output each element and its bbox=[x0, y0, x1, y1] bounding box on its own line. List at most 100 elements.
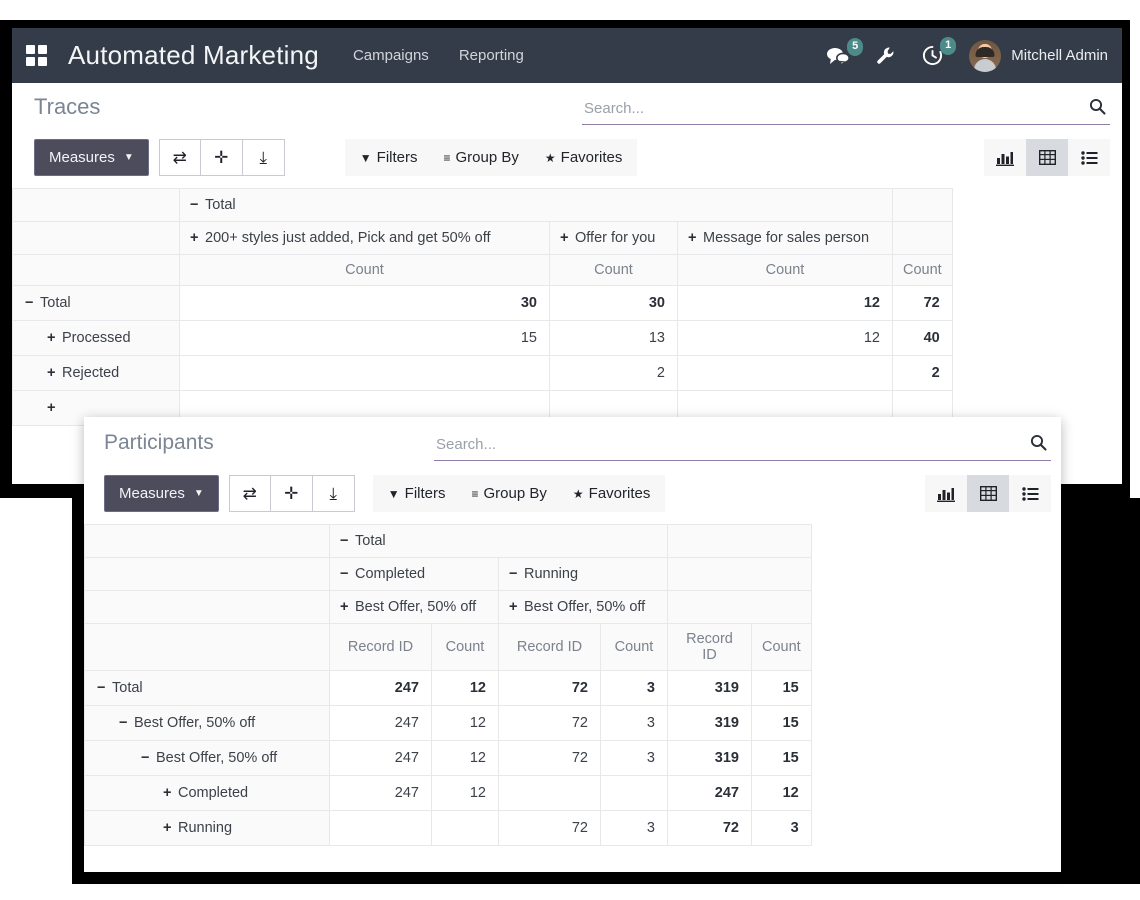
participants-col-l2-0[interactable]: +Best Offer, 50% off bbox=[330, 591, 499, 624]
participants-col-l1-0[interactable]: −Completed bbox=[330, 558, 499, 591]
dialog-graph-view-button[interactable] bbox=[925, 475, 967, 512]
participants-col-total[interactable]: −Total bbox=[330, 525, 668, 558]
dialog-favorites-menu[interactable]: ★ Favorites bbox=[560, 475, 663, 512]
traces-cell-0-2[interactable]: 12 bbox=[678, 286, 893, 321]
dialog-filters-menu[interactable]: ▼ Filters bbox=[375, 475, 459, 512]
expand-all-icon[interactable]: ✛ bbox=[201, 139, 243, 176]
participants-cell-0-0[interactable]: 247 bbox=[330, 671, 432, 706]
participants-col-l2-1[interactable]: +Best Offer, 50% off bbox=[499, 591, 668, 624]
dialog-measures-button[interactable]: Measures ▼ bbox=[104, 475, 219, 512]
participants-cell-2-2[interactable]: 72 bbox=[499, 741, 601, 776]
filters-menu[interactable]: ▼ Filters bbox=[347, 139, 431, 176]
traces-cell-1-3[interactable]: 40 bbox=[893, 321, 953, 356]
dialog-pivot-view-button[interactable] bbox=[967, 475, 1009, 512]
traces-searchbar[interactable] bbox=[582, 93, 1110, 125]
participants-row-header-3[interactable]: +Completed bbox=[85, 776, 330, 811]
nav-link-reporting[interactable]: Reporting bbox=[459, 47, 524, 64]
traces-col-group-1[interactable]: +Offer for you bbox=[550, 222, 678, 255]
participants-row-header-4[interactable]: +Running bbox=[85, 811, 330, 846]
traces-cell-2-1[interactable]: 2 bbox=[550, 356, 678, 391]
activities-menu[interactable]: 1 bbox=[922, 45, 943, 66]
traces-col-group-2[interactable]: +Message for sales person bbox=[678, 222, 893, 255]
search-icon[interactable] bbox=[1022, 434, 1047, 456]
participants-cell-3-5[interactable]: 12 bbox=[752, 776, 812, 811]
traces-measure-2[interactable]: Count bbox=[678, 255, 893, 286]
traces-cell-2-0[interactable] bbox=[180, 356, 550, 391]
participants-cell-0-4[interactable]: 319 bbox=[668, 671, 752, 706]
measures-button[interactable]: Measures ▼ bbox=[34, 139, 149, 176]
nav-link-campaigns[interactable]: Campaigns bbox=[353, 47, 429, 64]
download-xlsx-icon[interactable]: ⤓ bbox=[313, 475, 355, 512]
traces-cell-2-2[interactable] bbox=[678, 356, 893, 391]
participants-cell-1-1[interactable]: 12 bbox=[432, 706, 499, 741]
traces-cell-0-1[interactable]: 30 bbox=[550, 286, 678, 321]
participants-measure-2[interactable]: Record ID bbox=[499, 624, 601, 671]
participants-cell-3-2[interactable] bbox=[499, 776, 601, 811]
traces-cell-2-3[interactable]: 2 bbox=[893, 356, 953, 391]
user-menu-label[interactable]: Mitchell Admin bbox=[1011, 47, 1108, 64]
participants-cell-4-0[interactable] bbox=[330, 811, 432, 846]
participants-cell-0-2[interactable]: 72 bbox=[499, 671, 601, 706]
participants-cell-2-4[interactable]: 319 bbox=[668, 741, 752, 776]
participants-cell-2-5[interactable]: 15 bbox=[752, 741, 812, 776]
traces-row-header-0[interactable]: −Total bbox=[13, 286, 180, 321]
participants-cell-3-1[interactable]: 12 bbox=[432, 776, 499, 811]
participants-cell-2-3[interactable]: 3 bbox=[601, 741, 668, 776]
traces-row-header-2[interactable]: +Rejected bbox=[13, 356, 180, 391]
participants-cell-0-1[interactable]: 12 bbox=[432, 671, 499, 706]
participants-cell-1-5[interactable]: 15 bbox=[752, 706, 812, 741]
participants-cell-4-1[interactable] bbox=[432, 811, 499, 846]
participants-measure-3[interactable]: Count bbox=[601, 624, 668, 671]
dialog-list-view-button[interactable] bbox=[1009, 475, 1051, 512]
dialog-search-input[interactable] bbox=[436, 436, 1022, 453]
apps-grid-icon[interactable] bbox=[26, 45, 48, 67]
traces-measure-3[interactable]: Count bbox=[893, 255, 953, 286]
participants-col-l1-1[interactable]: −Running bbox=[499, 558, 668, 591]
favorites-menu[interactable]: ★ Favorites bbox=[532, 139, 635, 176]
traces-col-total[interactable]: −Total bbox=[180, 189, 893, 222]
participants-searchbar[interactable] bbox=[434, 429, 1051, 461]
participants-row-header-0[interactable]: −Total bbox=[85, 671, 330, 706]
participants-cell-1-3[interactable]: 3 bbox=[601, 706, 668, 741]
participants-cell-2-1[interactable]: 12 bbox=[432, 741, 499, 776]
groupby-menu[interactable]: ≡ Group By bbox=[431, 139, 532, 176]
traces-measure-1[interactable]: Count bbox=[550, 255, 678, 286]
flip-axis-icon[interactable]: ⇄ bbox=[229, 475, 271, 512]
participants-cell-2-0[interactable]: 247 bbox=[330, 741, 432, 776]
traces-cell-1-2[interactable]: 12 bbox=[678, 321, 893, 356]
expand-all-icon[interactable]: ✛ bbox=[271, 475, 313, 512]
participants-cell-0-5[interactable]: 15 bbox=[752, 671, 812, 706]
graph-view-button[interactable] bbox=[984, 139, 1026, 176]
search-input[interactable] bbox=[584, 100, 1081, 117]
pivot-view-button[interactable] bbox=[1026, 139, 1068, 176]
traces-cell-1-0[interactable]: 15 bbox=[180, 321, 550, 356]
participants-cell-3-0[interactable]: 247 bbox=[330, 776, 432, 811]
avatar[interactable] bbox=[969, 40, 1001, 72]
participants-cell-3-4[interactable]: 247 bbox=[668, 776, 752, 811]
participants-measure-0[interactable]: Record ID bbox=[330, 624, 432, 671]
participants-cell-1-2[interactable]: 72 bbox=[499, 706, 601, 741]
traces-cell-0-0[interactable]: 30 bbox=[180, 286, 550, 321]
participants-measure-5[interactable]: Count bbox=[752, 624, 812, 671]
participants-cell-4-3[interactable]: 3 bbox=[601, 811, 668, 846]
list-view-button[interactable] bbox=[1068, 139, 1110, 176]
participants-measure-1[interactable]: Count bbox=[432, 624, 499, 671]
traces-measure-0[interactable]: Count bbox=[180, 255, 550, 286]
messages-menu[interactable]: 5 bbox=[826, 46, 850, 66]
participants-cell-4-4[interactable]: 72 bbox=[668, 811, 752, 846]
traces-col-group-0[interactable]: +200+ styles just added, Pick and get 50… bbox=[180, 222, 550, 255]
search-icon[interactable] bbox=[1081, 98, 1106, 120]
dialog-groupby-menu[interactable]: ≡ Group By bbox=[459, 475, 560, 512]
download-xlsx-icon[interactable]: ⤓ bbox=[243, 139, 285, 176]
participants-cell-4-2[interactable]: 72 bbox=[499, 811, 601, 846]
traces-cell-0-3[interactable]: 72 bbox=[893, 286, 953, 321]
participants-row-header-2[interactable]: −Best Offer, 50% off bbox=[85, 741, 330, 776]
traces-row-header-1[interactable]: +Processed bbox=[13, 321, 180, 356]
participants-cell-3-3[interactable] bbox=[601, 776, 668, 811]
participants-cell-1-0[interactable]: 247 bbox=[330, 706, 432, 741]
participants-cell-4-5[interactable]: 3 bbox=[752, 811, 812, 846]
participants-row-header-1[interactable]: −Best Offer, 50% off bbox=[85, 706, 330, 741]
participants-measure-4[interactable]: Record ID bbox=[668, 624, 752, 671]
flip-axis-icon[interactable]: ⇄ bbox=[159, 139, 201, 176]
participants-cell-1-4[interactable]: 319 bbox=[668, 706, 752, 741]
